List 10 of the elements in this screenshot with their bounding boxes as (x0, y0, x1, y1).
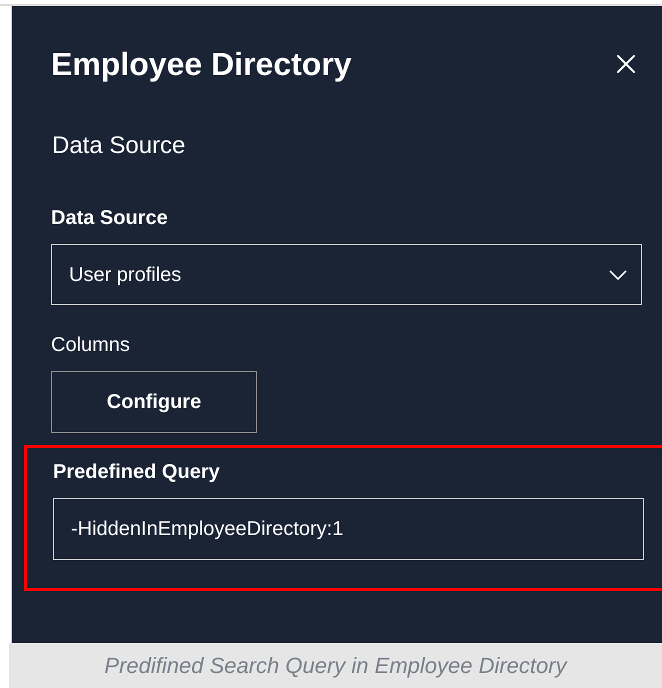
section-heading: Data Source (52, 134, 186, 158)
configure-button[interactable]: Configure (51, 371, 257, 433)
data-source-dropdown[interactable]: User profiles (51, 244, 642, 305)
field-label: Data Source (51, 208, 169, 228)
field-label: Columns (51, 335, 131, 355)
chevron-icon (609, 270, 627, 280)
panel-title: Employee Directory (51, 48, 352, 80)
query-field[interactable]: -HiddenInEmployeeDirectory:1 (53, 498, 644, 560)
caption: Predifined Search Query in Employee Directory (104, 652, 567, 680)
field-label: Predefined Query (53, 462, 221, 482)
